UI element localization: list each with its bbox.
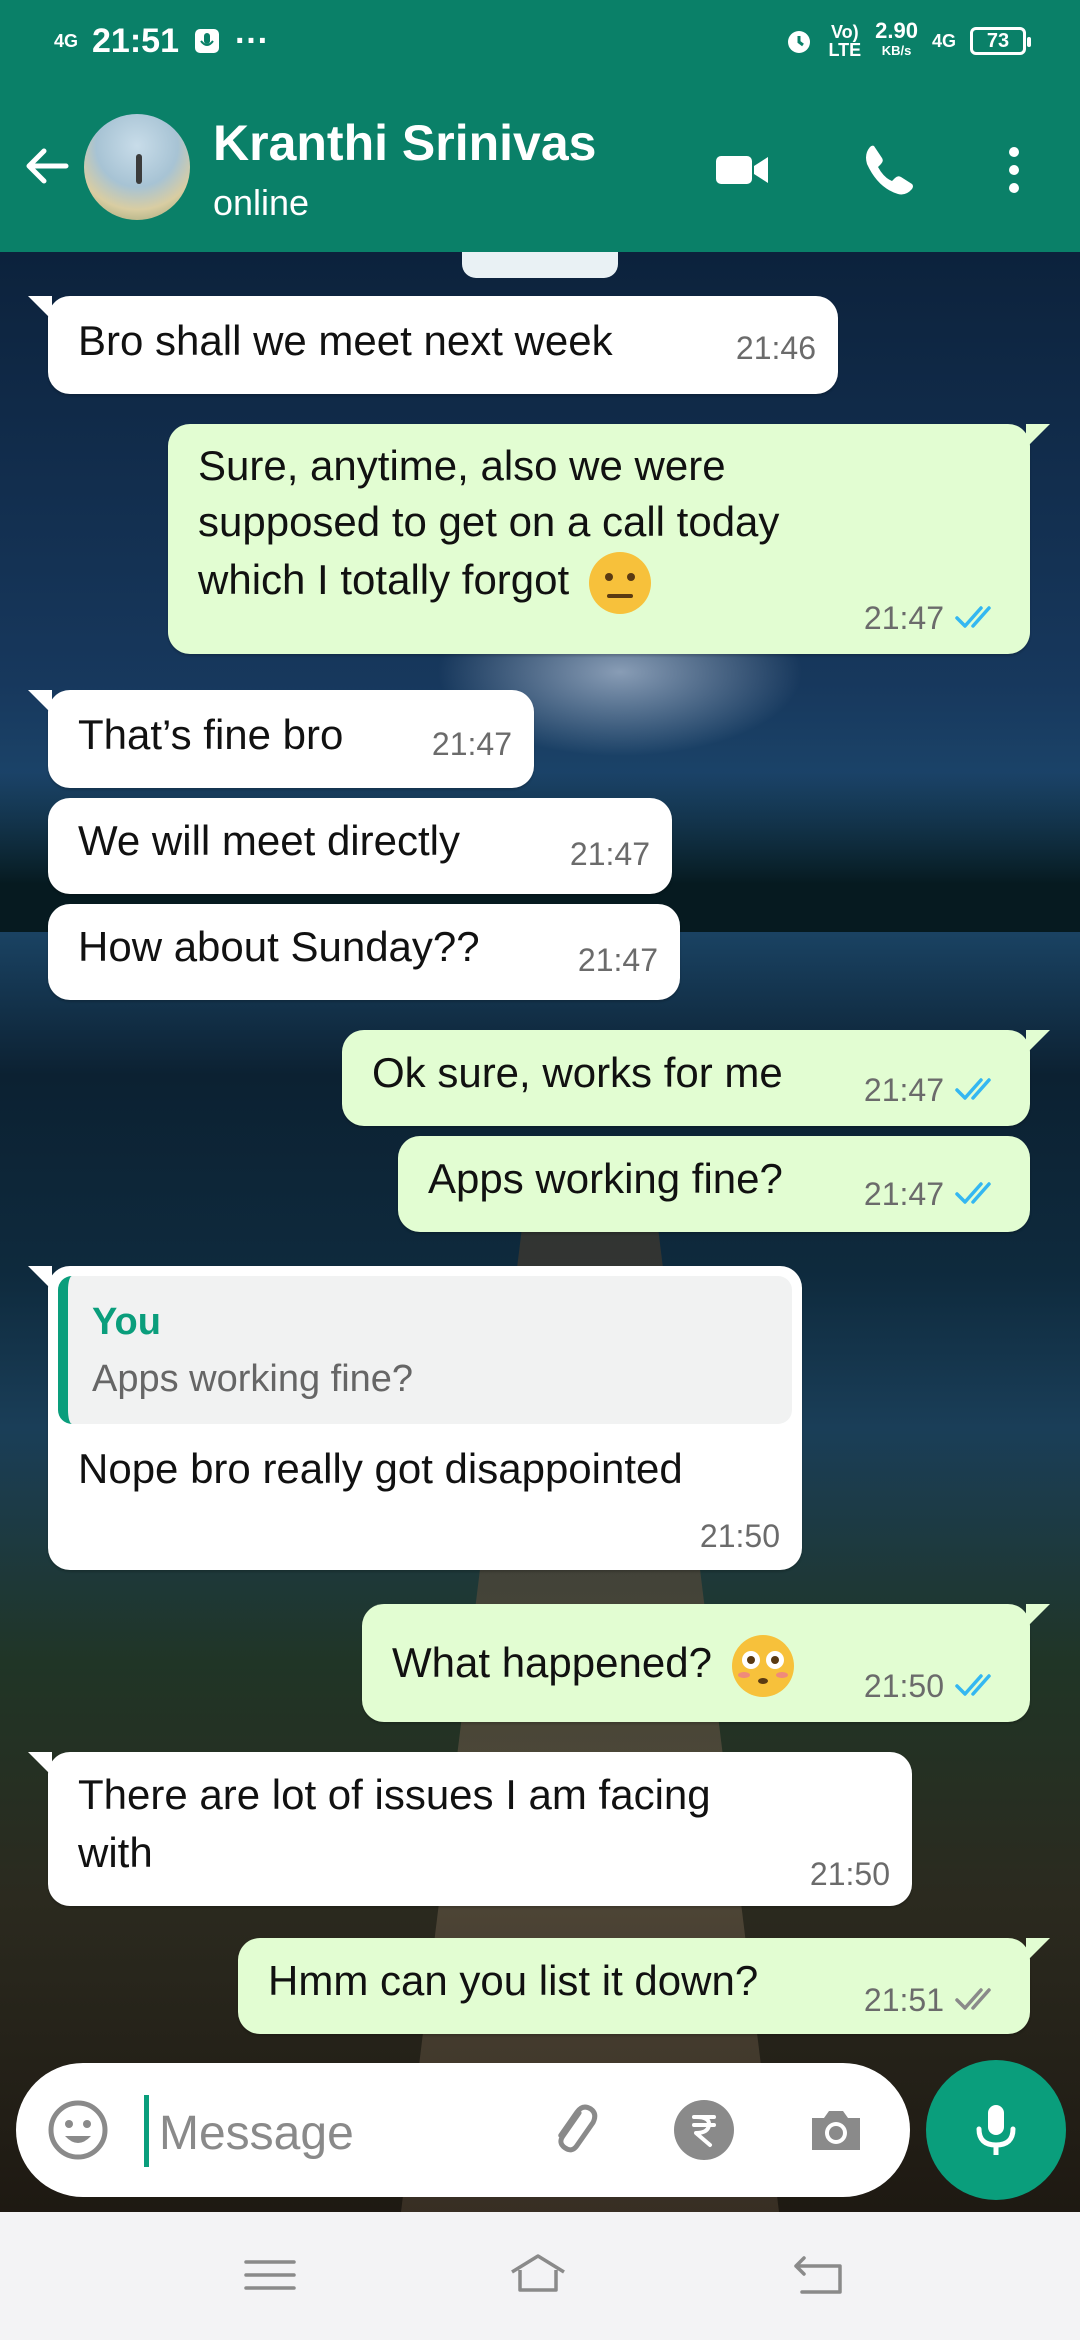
neutral-face-emoji-icon [588,552,651,614]
message-incoming-reply[interactable]: You Apps working fine? Nope bro really g… [28,1266,802,1570]
message-time: 21:51 [863,1982,944,2018]
home-icon[interactable] [508,2250,568,2300]
message-time: 21:47 [863,1176,944,1212]
paperclip-icon[interactable] [542,2098,606,2162]
message-text-line: supposed to get on a call today [198,498,780,545]
message-outgoing[interactable]: What happened? 21:50 [362,1604,1050,1722]
message-text: Hmm can you list it down? [268,1957,759,2004]
message-time: 21:50 [699,1518,780,1554]
message-text-line: There are lot of issues I am facing [78,1771,711,1818]
mic-notification-icon [194,29,219,53]
date-chip [462,252,618,278]
video-call-icon[interactable] [710,138,774,202]
message-time: 21:47 [863,1072,944,1108]
message-text: Ok sure, works for me [372,1049,783,1096]
quote-text: Apps working fine? [92,1358,414,1400]
message-text-line: Sure, anytime, also we were [198,442,726,489]
message-text: How about Sunday?? [78,923,480,970]
message-outgoing[interactable]: Ok sure, works for me 21:47 [342,1030,1050,1126]
volte-indicator: Vo) LTE [828,22,862,60]
chat-area[interactable]: Bro shall we meet next week 21:46 Sure, … [0,252,1080,2212]
message-time: 21:50 [809,1856,890,1892]
network-indicator-left: 4G [54,31,79,51]
message-incoming[interactable]: Bro shall we meet next week 21:46 [28,296,838,394]
back-nav-icon[interactable] [790,2250,850,2300]
message-incoming[interactable]: How about Sunday?? 21:47 [48,904,680,1000]
text-cursor [144,2095,149,2167]
chat-header: Kranthi Srinivas online [0,82,1080,252]
message-incoming[interactable]: There are lot of issues I am facing with… [28,1752,912,1906]
message-text: We will meet directly [78,817,460,864]
message-incoming[interactable]: That’s fine bro 21:47 [28,690,534,788]
message-outgoing[interactable]: Apps working fine? 21:47 [398,1136,1030,1232]
emoji-icon[interactable] [46,2098,110,2162]
message-outgoing[interactable]: Sure, anytime, also we were supposed to … [168,424,1050,654]
read-receipt-icon [955,1182,991,1204]
message-time: 21:47 [569,836,650,872]
alarm-icon [788,31,811,53]
message-text-line: which I totally forgot [198,550,779,616]
quote-author: You [92,1301,161,1343]
arrow-left-icon[interactable] [18,137,76,195]
message-outgoing[interactable]: Hmm can you list it down? 21:51 [238,1938,1050,2034]
network-indicator-right: 4G [931,31,956,51]
microphone-icon [976,2105,1016,2155]
message-time: 21:47 [863,600,944,636]
voice-message-button[interactable] [926,2060,1066,2200]
message-text: Apps working fine? [428,1155,783,1202]
message-time: 21:47 [431,726,512,762]
status-bar: 4G 21:51 ··· Vo) LTE 2.90 KB/s 4G 73 [0,0,1080,82]
message-text: That’s fine bro [78,711,344,758]
message-time: 21:47 [577,942,658,978]
more-vertical-icon[interactable] [982,138,1046,202]
more-notifications-indicator: ··· [234,21,269,60]
message-input[interactable] [159,2101,539,2165]
contact-name[interactable]: Kranthi Srinivas [213,114,596,172]
read-receipt-icon [955,1078,991,1100]
phone-icon[interactable] [856,138,920,202]
message-time: 21:46 [735,330,816,366]
avatar[interactable] [84,114,190,220]
flushed-face-emoji-icon [731,1634,794,1697]
contact-status: online [213,182,310,223]
read-receipt-icon [955,1674,991,1696]
message-time: 21:50 [863,1668,944,1704]
recent-apps-icon[interactable] [240,2250,300,2300]
message-incoming[interactable]: We will meet directly 21:47 [48,798,672,894]
system-navigation-bar [0,2212,1080,2340]
network-speed: 2.90 KB/s [875,18,918,59]
status-time: 21:51 [92,21,179,60]
message-composer [16,2063,910,2197]
battery-indicator: 73 [970,27,1031,55]
delivered-receipt-icon [955,1988,991,2010]
message-text: Nope bro really got disappointed [78,1445,683,1492]
message-text: What happened? [392,1639,712,1686]
rupee-icon[interactable] [672,2098,736,2162]
message-text-line: What happened? [392,1630,796,1699]
camera-icon[interactable] [804,2098,868,2162]
quoted-message[interactable]: You Apps working fine? [58,1276,792,1424]
message-text-line: with [78,1829,153,1876]
read-receipt-icon [955,606,991,628]
message-text: Bro shall we meet next week [78,317,613,364]
